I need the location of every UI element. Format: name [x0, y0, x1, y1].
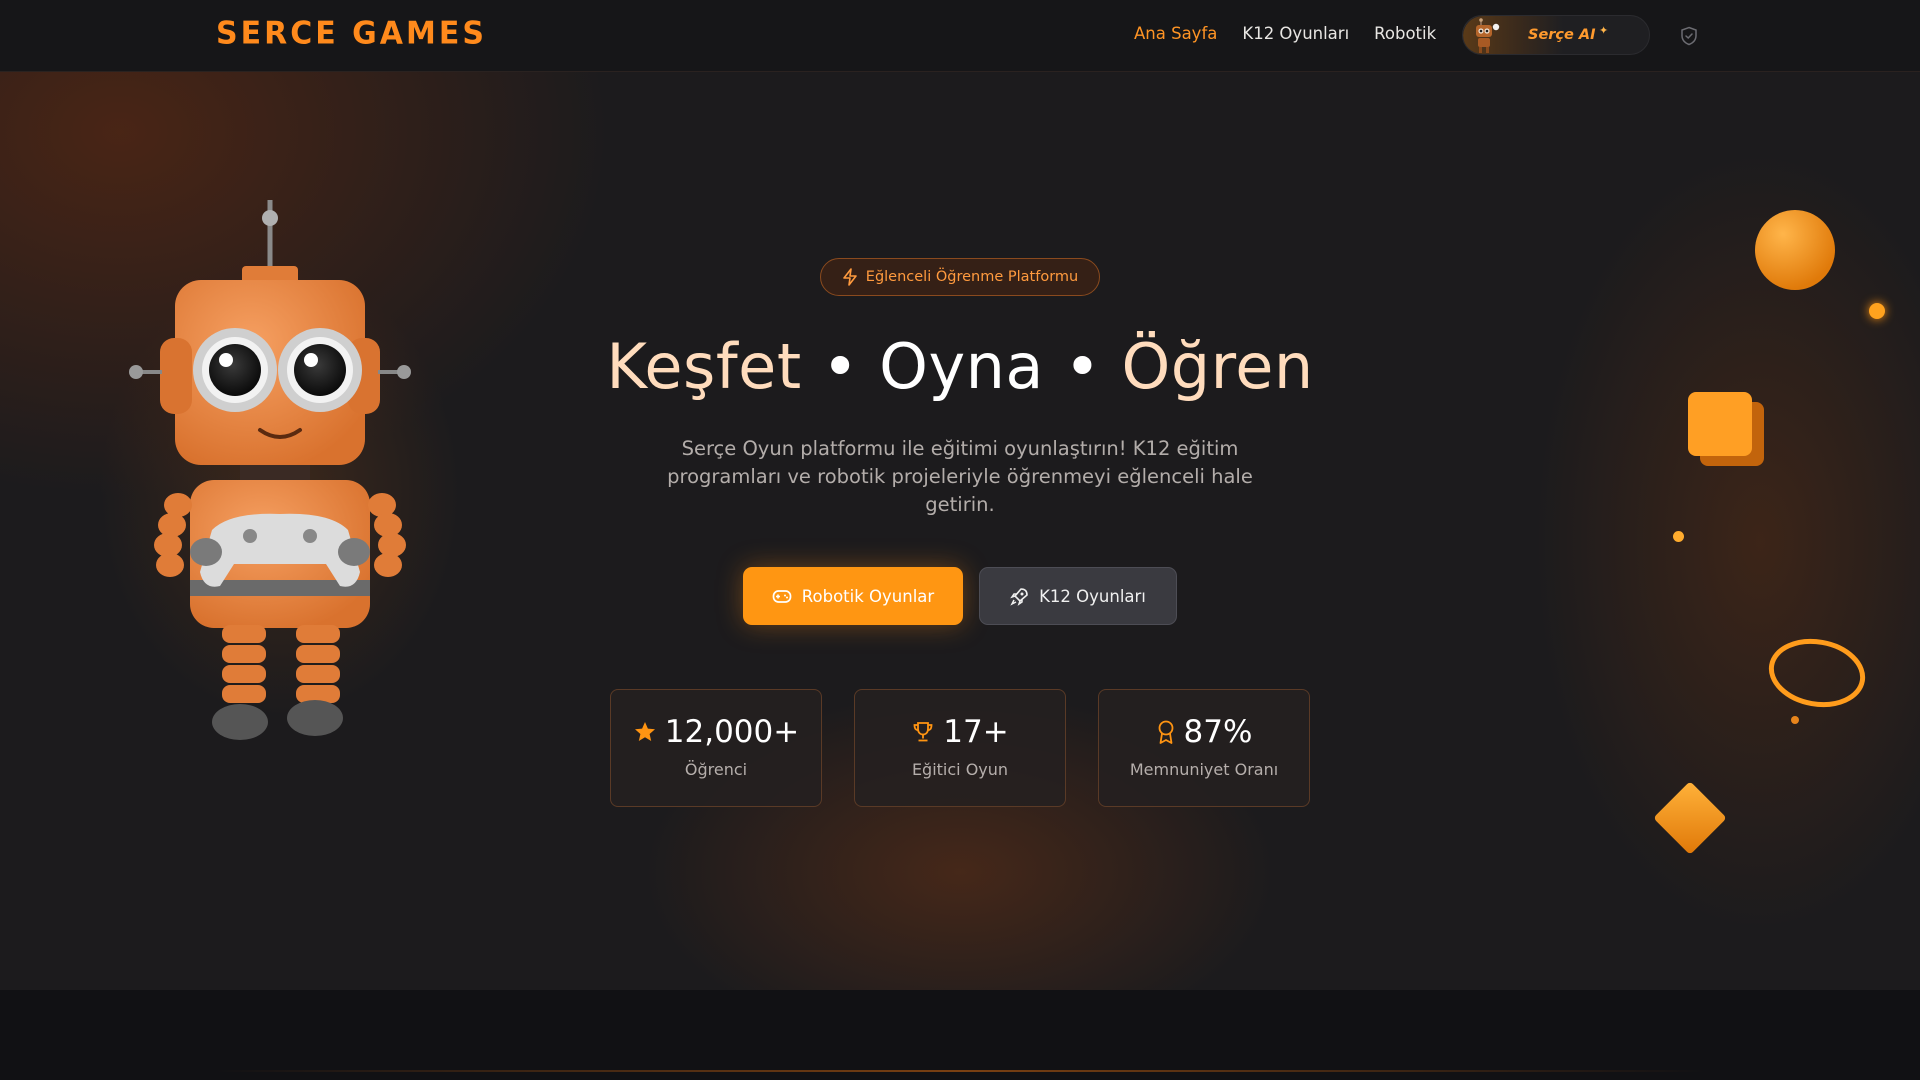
- orange-sphere: [1755, 210, 1835, 290]
- sparkle-icon: ✦: [1599, 24, 1609, 37]
- stat-label: Öğrenci: [684, 760, 748, 779]
- headline-word-kesfet: Keşfet: [606, 330, 802, 403]
- small-dot: [1791, 716, 1799, 724]
- platform-badge: Eğlenceli Öğrenme Platformu: [820, 258, 1100, 296]
- nav-link-k12-oyunlari[interactable]: K12 Oyunları: [1242, 24, 1349, 43]
- section-divider: [216, 1070, 1704, 1072]
- star-icon: [634, 722, 655, 741]
- next-section: [0, 990, 1920, 1080]
- lightning-icon: [842, 268, 857, 286]
- headline-word-ogren: Öğren: [1121, 330, 1314, 403]
- stat-value: 12,000+: [664, 714, 800, 750]
- robot-illustration: [129, 200, 411, 740]
- robotik-oyunlar-button[interactable]: Robotik Oyunlar: [743, 567, 963, 625]
- stat-label: Memnuniyet Oranı: [1129, 760, 1279, 779]
- headline-separator: •: [821, 330, 859, 403]
- stat-card-memnuniyet: 87% Memnuniyet Oranı: [1098, 689, 1310, 807]
- orange-diamond: [1654, 782, 1726, 854]
- stat-value: 87%: [1183, 714, 1253, 750]
- shield-icon[interactable]: [1680, 26, 1698, 46]
- nav-links: Ana Sayfa K12 Oyunları Robotik: [1134, 24, 1461, 43]
- nav-link-robotik[interactable]: Robotik: [1374, 24, 1436, 43]
- award-icon: [1158, 720, 1173, 744]
- serce-ai-label: Serçe AI: [1528, 27, 1596, 43]
- small-dot: [1673, 531, 1684, 542]
- hero-headline: Keşfet • Oyna • Öğren: [0, 330, 1920, 403]
- gamepad-icon: [772, 590, 792, 603]
- robot-avatar-icon: [1476, 18, 1500, 53]
- robotik-oyunlar-label: Robotik Oyunlar: [801, 586, 935, 606]
- serce-ai-button[interactable]: Serçe AI ✦: [1462, 15, 1650, 55]
- small-dot: [1869, 303, 1885, 319]
- headline-word-oyna: Oyna: [879, 330, 1044, 403]
- k12-oyunlari-label: K12 Oyunları: [1039, 586, 1146, 606]
- headline-separator: •: [1064, 330, 1102, 403]
- stat-card-egitici-oyun: 17+ Eğitici Oyun: [854, 689, 1066, 807]
- stat-card-ogrenci: 12,000+ Öğrenci: [610, 689, 822, 807]
- stat-label: Eğitici Oyun: [911, 760, 1009, 779]
- nav-link-ana-sayfa[interactable]: Ana Sayfa: [1134, 24, 1217, 43]
- stat-value: 17+: [943, 714, 1009, 750]
- logo[interactable]: SERCE GAMES: [216, 15, 487, 52]
- navbar: SERCE GAMES Ana Sayfa K12 Oyunları Robot…: [0, 0, 1920, 72]
- orange-ring: [1768, 638, 1866, 708]
- k12-oyunlari-button[interactable]: K12 Oyunları: [979, 567, 1177, 625]
- rocket-icon: [1010, 587, 1028, 606]
- trophy-icon: [913, 722, 933, 742]
- badge-label: Eğlenceli Öğrenme Platformu: [865, 269, 1079, 285]
- hero-subtitle: Serçe Oyun platformu ile eğitimi oyunlaş…: [667, 437, 1253, 516]
